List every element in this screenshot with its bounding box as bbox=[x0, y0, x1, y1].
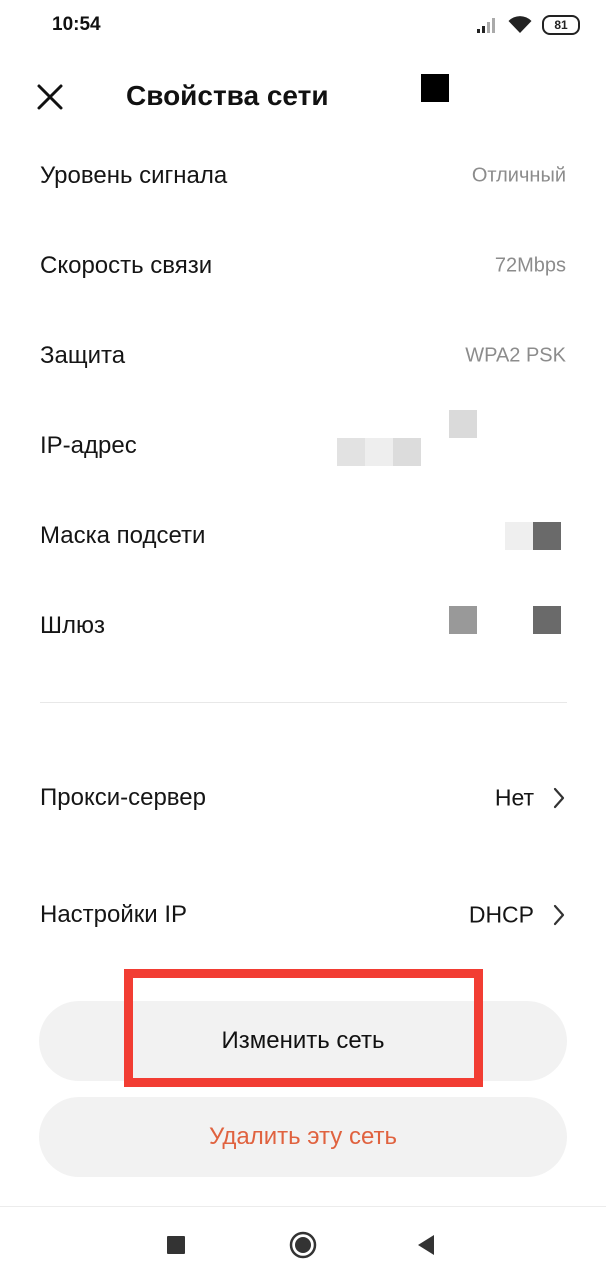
info-row-subnet: Маска подсети bbox=[0, 491, 606, 581]
nav-value: DHCP bbox=[468, 901, 534, 928]
info-label: IP-адрес bbox=[40, 432, 137, 459]
chevron-right-icon bbox=[553, 787, 565, 809]
proxy-row[interactable]: Прокси-сервер Нет bbox=[0, 753, 606, 843]
status-icons: 81 bbox=[476, 15, 580, 35]
nav-label: Настройки IP bbox=[40, 901, 188, 928]
divider bbox=[40, 702, 567, 703]
info-row-speed: Скорость связи 72Mbps bbox=[0, 221, 606, 311]
redacted-pixel bbox=[393, 438, 421, 466]
chevron-right-icon bbox=[553, 904, 565, 926]
info-label: Маска подсети bbox=[40, 522, 206, 549]
redacted-pixel bbox=[449, 606, 477, 634]
battery-icon: 81 bbox=[542, 15, 580, 35]
signal-icon bbox=[477, 18, 495, 33]
edit-network-button[interactable]: Изменить сеть bbox=[39, 1001, 567, 1081]
info-row-gateway: Шлюз bbox=[0, 581, 606, 671]
page-title: Свойства сети bbox=[126, 80, 329, 111]
redacted-pixel bbox=[533, 522, 561, 550]
info-value: 72Mbps bbox=[494, 254, 566, 277]
redacted-pixel bbox=[505, 522, 533, 550]
info-row-signal: Уровень сигнала Отличный bbox=[0, 131, 606, 221]
wifi-icon bbox=[508, 16, 532, 33]
info-label: Шлюз bbox=[40, 612, 106, 639]
info-row-security: Защита WPA2 PSK bbox=[0, 311, 606, 401]
info-value: Отличный bbox=[471, 164, 566, 187]
info-row-ip: IP-адрес bbox=[0, 401, 606, 491]
redacted-block bbox=[421, 74, 449, 102]
info-label: Скорость связи bbox=[40, 252, 213, 279]
header: Свойства сети bbox=[0, 62, 606, 130]
status-time: 10:54 bbox=[52, 14, 101, 35]
back-icon[interactable] bbox=[416, 1234, 436, 1256]
redacted-pixel bbox=[337, 438, 365, 466]
nav-label: Прокси-сервер bbox=[40, 784, 206, 811]
redacted-pixel bbox=[533, 606, 561, 634]
close-icon[interactable] bbox=[30, 77, 70, 117]
info-value: WPA2 PSK bbox=[465, 344, 566, 367]
status-bar: 10:54 81 bbox=[0, 0, 606, 54]
delete-network-button[interactable]: Удалить эту сеть bbox=[39, 1097, 567, 1177]
ip-settings-row[interactable]: Настройки IP DHCP bbox=[0, 870, 606, 960]
redacted-pixel bbox=[365, 438, 393, 466]
recents-icon[interactable] bbox=[166, 1235, 186, 1255]
info-label: Защита bbox=[40, 342, 126, 369]
nav-value: Нет bbox=[494, 784, 534, 811]
redacted-pixel bbox=[449, 410, 477, 438]
battery-level: 81 bbox=[554, 18, 568, 32]
system-nav-bar bbox=[0, 1206, 606, 1280]
home-icon[interactable] bbox=[289, 1231, 317, 1259]
info-label: Уровень сигнала bbox=[40, 162, 228, 189]
